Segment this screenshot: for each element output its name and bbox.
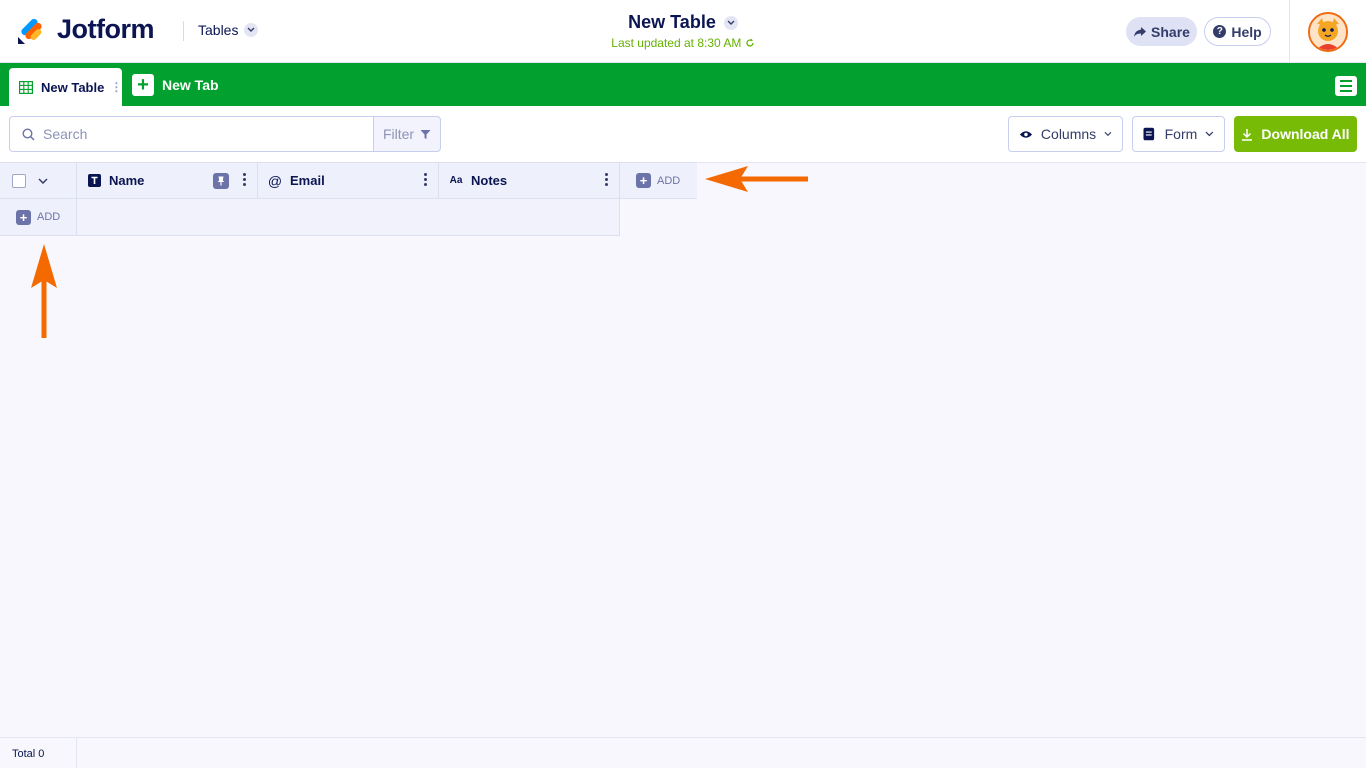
- form-label: Form: [1164, 126, 1198, 142]
- plus-icon: +: [636, 173, 651, 188]
- hamburger-menu-icon[interactable]: [1335, 76, 1357, 96]
- row-total: Total 0: [0, 738, 77, 768]
- refresh-icon: [746, 38, 754, 47]
- help-button[interactable]: ? Help: [1204, 17, 1271, 46]
- annotation-arrow-up-icon: [31, 244, 57, 338]
- pin-icon[interactable]: [213, 173, 229, 189]
- at-sign-icon: @: [267, 172, 283, 189]
- avatar[interactable]: [1308, 12, 1348, 52]
- header-divider: [1289, 0, 1290, 63]
- tab-label: New Table: [41, 79, 105, 95]
- chevron-down-icon: [1104, 131, 1112, 137]
- share-arrow-icon: [1134, 26, 1147, 37]
- table-footer: Total 0: [0, 737, 1366, 768]
- table-header-row: Name @ Email Aa Notes: [0, 162, 620, 199]
- eye-icon: [1019, 130, 1033, 138]
- select-all-checkbox[interactable]: [12, 173, 26, 188]
- top-header: Jotform Tables New Table Last updated at…: [0, 0, 1366, 63]
- question-mark-icon: ?: [1213, 25, 1227, 38]
- user-avatar-icon: [1310, 14, 1346, 50]
- download-icon: [1242, 128, 1253, 141]
- column-label: Notes: [471, 173, 508, 188]
- columns-label: Columns: [1040, 126, 1097, 142]
- filter-button[interactable]: Filter: [373, 116, 441, 152]
- column-label: Email: [290, 173, 325, 188]
- table-grid-icon: [19, 80, 33, 94]
- add-column-label: ADD: [657, 174, 681, 187]
- long-text-icon: Aa: [449, 175, 463, 186]
- tab-new-table[interactable]: New Table ⋮: [9, 68, 122, 106]
- chevron-down-icon[interactable]: [38, 177, 48, 184]
- share-label: Share: [1151, 23, 1190, 40]
- form-button[interactable]: Form: [1132, 116, 1225, 152]
- plus-icon: +: [132, 74, 154, 96]
- download-all-label: Download All: [1261, 126, 1350, 142]
- table-title-dropdown[interactable]: New Table: [628, 12, 738, 33]
- chevron-down-icon: [1205, 131, 1214, 137]
- add-row: + ADD: [0, 199, 620, 236]
- chevron-down-icon: [723, 15, 738, 30]
- form-document-icon: [1143, 127, 1155, 141]
- last-updated-text: Last updated at 8:30 AM: [611, 36, 742, 50]
- columns-button[interactable]: Columns: [1008, 116, 1123, 152]
- download-all-button[interactable]: Download All: [1234, 116, 1357, 152]
- help-label: Help: [1231, 23, 1262, 40]
- new-tab-label: New Tab: [162, 77, 219, 93]
- text-type-icon: [87, 174, 101, 188]
- search-icon: [22, 127, 35, 141]
- share-button[interactable]: Share: [1126, 17, 1197, 46]
- add-row-label: ADD: [37, 211, 61, 223]
- funnel-icon: [420, 129, 431, 139]
- filter-label: Filter: [382, 126, 415, 142]
- add-row-button[interactable]: + ADD: [0, 199, 77, 235]
- column-header-email[interactable]: @ Email: [258, 162, 439, 199]
- column-header-notes[interactable]: Aa Notes: [439, 162, 620, 199]
- select-all-cell: [0, 162, 77, 199]
- column-label: Name: [109, 173, 145, 188]
- page-title: New Table: [628, 12, 716, 32]
- column-menu-icon[interactable]: [605, 173, 609, 186]
- search-input[interactable]: [43, 126, 343, 142]
- tab-bar: New Table ⋮ + New Tab: [0, 63, 1366, 106]
- column-menu-icon[interactable]: [243, 173, 247, 186]
- search-box[interactable]: [9, 116, 374, 152]
- table-toolbar: Filter Columns Form Download All: [0, 106, 1366, 163]
- tab-more-icon[interactable]: ⋮: [110, 80, 122, 94]
- column-menu-icon[interactable]: [424, 173, 428, 186]
- annotation-arrow-left-icon: [705, 166, 808, 192]
- column-header-name[interactable]: Name: [77, 162, 258, 199]
- add-column-button[interactable]: + ADD: [620, 162, 697, 199]
- plus-icon: +: [16, 209, 31, 225]
- add-row-empty-area: [77, 199, 619, 235]
- new-tab-button[interactable]: + New Tab: [132, 73, 219, 97]
